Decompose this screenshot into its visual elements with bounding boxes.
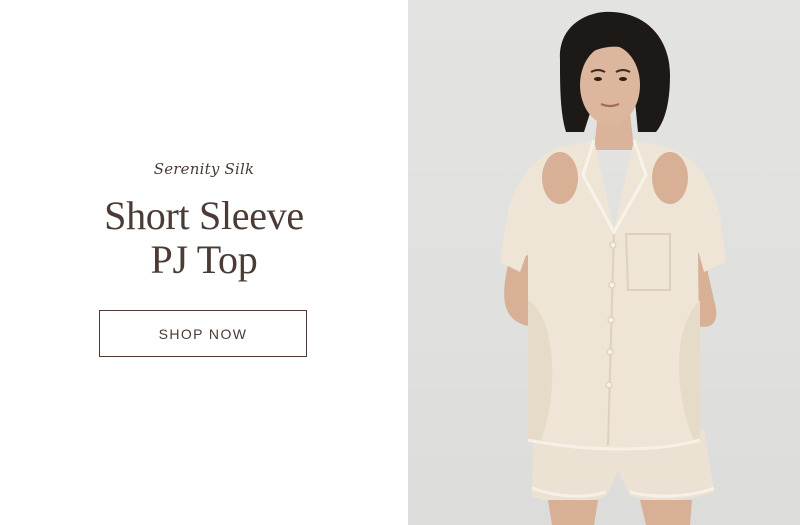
right-hand — [652, 152, 688, 204]
face — [580, 45, 640, 125]
headline-line-1: Short Sleeve — [104, 193, 304, 238]
product-photo[interactable] — [408, 0, 800, 525]
headline-line-2: PJ Top — [150, 237, 258, 282]
product-headline: Short Sleeve PJ Top — [0, 194, 408, 282]
shop-now-button[interactable]: SHOP NOW — [99, 310, 307, 357]
left-hand — [542, 152, 578, 204]
model-illustration — [500, 11, 726, 525]
collection-name: Serenity Silk — [153, 160, 255, 178]
promo-banner: Serenity Silk Short Sleeve PJ Top SHOP N… — [0, 0, 800, 525]
promo-text-panel: Serenity Silk Short Sleeve PJ Top SHOP N… — [0, 0, 408, 525]
